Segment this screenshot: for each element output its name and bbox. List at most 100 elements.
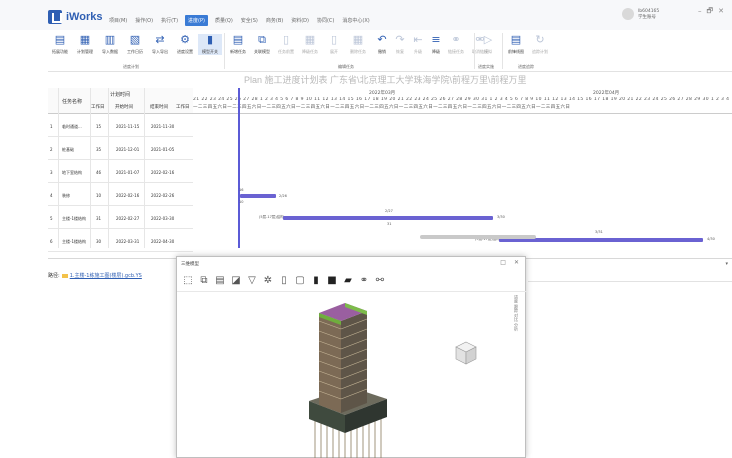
header-end[interactable]: 结束时间 (150, 104, 168, 110)
table-row[interactable]: 2 桩基础 35 2021-12-01 2021-01-05 (48, 137, 193, 160)
row-index: 4 (50, 193, 53, 198)
menu-item-documents[interactable]: 资料(D) (290, 15, 310, 26)
app-logo-icon (48, 10, 62, 24)
row-days: 35 (96, 147, 102, 152)
avatar[interactable] (622, 8, 634, 20)
unlink-icon[interactable]: ⚯ (375, 275, 385, 286)
import-icon: ▥ (104, 33, 116, 46)
button-label: 导入数据 (102, 49, 118, 54)
menu-item-execute[interactable]: 执行(T) (160, 15, 179, 26)
grid-icon: ▦ (304, 33, 316, 46)
cube-solid-icon[interactable]: ■ (327, 275, 337, 286)
header-task-name[interactable]: 任务名称 (62, 98, 82, 105)
menu-item-collab[interactable]: 协同(C) (316, 15, 335, 26)
table-row[interactable]: 1 临时通道... 15 2021-11-15 2021-11-30 (48, 114, 193, 137)
calendar-icon: ▦ (79, 33, 91, 46)
menu-item-quality[interactable]: 质量(Q) (214, 15, 234, 26)
section-icon[interactable]: ◪ (231, 275, 241, 286)
horizontal-scrollbar[interactable] (420, 235, 536, 239)
table-row[interactable]: 4 装修 10 2022-02-16 2022-02-26 (48, 183, 193, 206)
import-data-button[interactable]: ▥ 导入数据 (98, 34, 122, 55)
panel-divider (528, 281, 732, 282)
link-tasks-button[interactable]: ⚭ 链接任务 (444, 34, 468, 55)
filter-icon[interactable]: ▽ (247, 275, 257, 286)
button-label: 降级任务 (302, 49, 318, 54)
table-row[interactable]: 5 主楼-1楼结构 31 2022-02-27 2022-03-30 (48, 206, 193, 229)
collapse-icon[interactable]: ▾ (725, 261, 728, 267)
calendar-grid-icon: ▧ (129, 33, 141, 46)
button-label: 拓展功能 (52, 49, 68, 54)
bar-end-label: 3/30 (497, 215, 505, 219)
view-cube-icon[interactable] (455, 341, 477, 365)
link-model-button[interactable]: ⧉ 关联模型 (250, 34, 274, 55)
simulate-button[interactable]: ▷ 模拟 (476, 34, 500, 55)
gear-icon: ⚙ (180, 33, 190, 46)
frontline-chart-button[interactable]: ▤ 前锋线图 (504, 34, 528, 55)
close-icon[interactable]: ✕ (718, 7, 724, 18)
work-calendar-button[interactable]: ▧ 工作日历 (123, 34, 147, 55)
table-row[interactable]: 3 地下室结构 46 2021-01-07 2022-02-16 (48, 160, 193, 183)
building-model[interactable] (305, 301, 395, 458)
cube-dark-icon[interactable]: ▮ (311, 275, 321, 286)
button-label: 升级 (414, 49, 422, 54)
row-start: 2022-02-27 (116, 216, 140, 221)
row-start: 2022-03-31 (116, 239, 140, 244)
schedule-settings-button[interactable]: ⚙ 进度设置 (173, 34, 197, 55)
file-link[interactable]: 1.主楼-1栋施工图(楼层).gcb.YS (70, 273, 142, 279)
toolbar-divider (177, 291, 527, 292)
cube-fill-icon[interactable]: ▰ (343, 275, 353, 286)
doc-icon[interactable]: ▯ (279, 275, 289, 286)
path-prefix: 路径: (48, 273, 60, 279)
table-row[interactable]: 6 主楼-1楼结构 30 2022-03-31 2022-04-30 (48, 229, 193, 252)
task-predecessor-button[interactable]: ▯ 任务前置 (274, 34, 298, 55)
restore-icon[interactable]: 🗗 (707, 7, 714, 18)
gantt-bar[interactable] (240, 194, 276, 198)
menu-item-messages[interactable]: 消息中心(X) (341, 15, 370, 26)
row-task-name: 地下室结构 (62, 170, 82, 175)
menu-item-schedule[interactable]: 进度(P) (185, 15, 208, 26)
menu-item-business[interactable]: 商务(B) (265, 15, 284, 26)
maximize-icon[interactable]: □ (500, 259, 506, 266)
gantt-bar[interactable] (283, 216, 493, 220)
frame-icon[interactable]: ▢ (295, 275, 305, 286)
menu-item-project[interactable]: 项目(M) (108, 15, 128, 26)
select-box-icon[interactable]: ⧉ (199, 275, 209, 286)
button-label: 模型开关 (202, 49, 218, 54)
button-label: 工作日历 (127, 49, 143, 54)
measure-icon[interactable]: ✲ (263, 275, 273, 286)
demote-task-button[interactable]: ▦ 降级任务 (298, 34, 322, 55)
menu-item-safety[interactable]: 安全(S) (240, 15, 259, 26)
file-path: 路径: 1.主楼-1栋施工图(楼层).gcb.YS (48, 272, 142, 279)
delete-task-button[interactable]: ▦ 删除任务 (346, 34, 370, 55)
ribbon-divider (502, 33, 503, 69)
table-header: 任务名称 计划时间 工作日 开始时间 结束时间 工作日 (48, 88, 193, 114)
row-days: 15 (96, 124, 102, 129)
side-panel-label[interactable]: 进度 跟踪 对比 分析 (513, 295, 519, 331)
button-label: 进度设置 (177, 49, 193, 54)
header-start[interactable]: 开始时间 (115, 104, 133, 110)
expand-button[interactable]: ▤ 拓展功能 (48, 34, 72, 55)
import-export-button[interactable]: ⇄ 导入导出 (148, 34, 172, 55)
header-work-days[interactable]: 工作日 (91, 104, 105, 110)
row-days: 10 (96, 193, 102, 198)
minimize-icon[interactable]: – (698, 7, 702, 18)
select-icon[interactable]: ⬚ (183, 275, 193, 286)
row-start: 2022-02-16 (116, 193, 140, 198)
expand-task-button[interactable]: ▯ 展开 (322, 34, 346, 55)
layer-icon[interactable]: ▤ (215, 275, 225, 286)
button-label: 链接任务 (448, 49, 464, 54)
plan-manage-button[interactable]: ▦ 计划管理 (73, 34, 97, 55)
model-toolbar: ⬚ ⧉ ▤ ◪ ▽ ✲ ▯ ▢ ▮ ■ ▰ ⚭ ⚯ (183, 275, 385, 286)
link-icon[interactable]: ⚭ (359, 275, 369, 286)
add-task-button[interactable]: ▤ 新增任务 (226, 34, 250, 55)
today-line[interactable] (238, 88, 240, 248)
model-toggle-button[interactable]: ▮ 模型开关 (198, 34, 222, 55)
close-icon[interactable]: ✕ (514, 259, 519, 266)
row-days: 30 (96, 239, 102, 244)
menu-item-operate[interactable]: 操作(O) (134, 15, 154, 26)
bar-top-label: 2/27 (385, 209, 393, 213)
track-plan-button[interactable]: ↻ 追踪计划 (528, 34, 552, 55)
refresh-icon: ↻ (535, 33, 545, 46)
bar-sub-label: 31 (387, 222, 392, 226)
header-extra[interactable]: 工作日 (176, 104, 190, 110)
